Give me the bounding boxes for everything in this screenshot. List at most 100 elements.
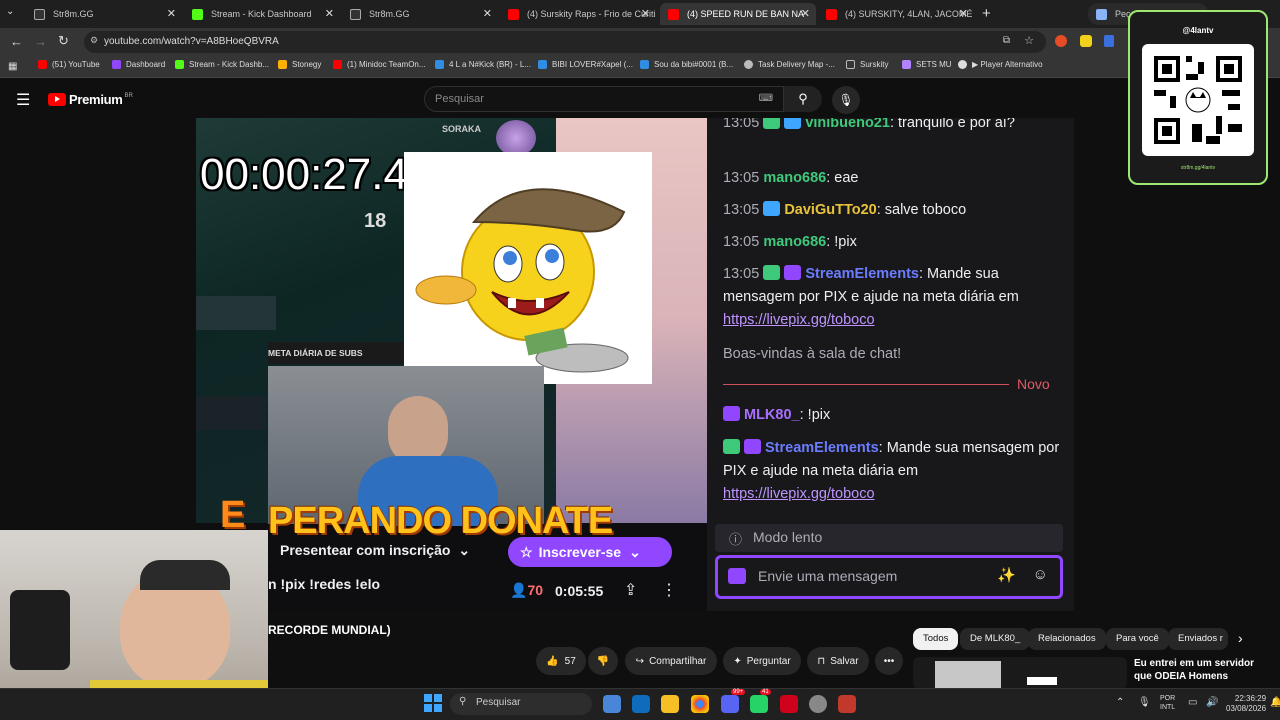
reload-icon[interactable]: ↻ [58, 33, 69, 49]
clock[interactable]: 22:36:29 03/08/2026 [1226, 694, 1266, 714]
chevron-right-icon[interactable]: › [1238, 630, 1243, 646]
like-button[interactable]: 👍 57 [536, 647, 586, 675]
app-icon[interactable] [780, 695, 798, 713]
bookmark-sets-mu[interactable]: SETS MU [902, 60, 952, 69]
ask-button[interactable]: ✦ Perguntar [723, 647, 801, 675]
chat-input[interactable]: Envie uma mensagem ✨ ☺ [715, 555, 1063, 599]
save-button[interactable]: ⊓ Salvar [807, 647, 869, 675]
discord-icon[interactable]: 99+ [721, 689, 746, 713]
close-tab-icon[interactable]: ✕ [801, 7, 810, 20]
address-bar[interactable]: ⚙ youtube.com/watch?v=A8BHoeQBVRA ⧉ ☆ [84, 31, 1046, 53]
tab-str8m-2[interactable]: Str8m.GG ✕ [342, 3, 498, 25]
chevron-down-icon: ⌄ [458, 542, 471, 558]
qr-handle: @4lantv [1182, 26, 1214, 35]
back-icon[interactable]: ← [10, 34, 23, 49]
bookmark-dashboard[interactable]: Dashboard [112, 60, 165, 69]
volume-icon[interactable]: 🔊 [1206, 697, 1218, 708]
new-messages-label: Novo [1017, 376, 1050, 392]
more-actions-button[interactable]: ••• [875, 647, 903, 675]
youtube-icon [668, 8, 679, 20]
viewer-count: 👤70 [510, 582, 544, 598]
task-view-icon[interactable] [603, 695, 621, 713]
forward-icon[interactable]: → [34, 34, 47, 49]
app-icon[interactable] [838, 695, 856, 713]
chip-todos[interactable]: Todos [913, 628, 959, 650]
extension-icon[interactable] [1080, 35, 1092, 47]
tray-chevron-icon[interactable]: ⌃ [1116, 697, 1124, 708]
extension-icon[interactable] [1055, 35, 1067, 47]
bookmark-stonegy[interactable]: Stonegy [278, 60, 321, 69]
kick-badge-icon [723, 406, 740, 421]
bookmark-sou-da-bibi[interactable]: Sou da bibi#0001 (B... [640, 60, 733, 69]
new-tab-button[interactable]: + [982, 5, 991, 22]
share-button[interactable]: ↪ Compartilhar [625, 647, 717, 675]
thumbs-up-icon: 👍 [546, 655, 559, 667]
bookmark-youtube[interactable]: (51) YouTube [38, 60, 100, 69]
video-title: RECORDE MUNDIAL) [268, 623, 391, 637]
mic-icon[interactable]: 🎙 [1138, 697, 1151, 708]
bookmark-star-icon[interactable]: ☆ [1024, 34, 1034, 47]
recommended-thumbnail[interactable] [913, 657, 1127, 689]
search-button[interactable]: ⚲ [784, 86, 822, 112]
stream-commands: n !pix !redes !elo [268, 576, 381, 592]
notification-bell-icon[interactable]: 🔔 [1270, 697, 1280, 708]
qr-code [1142, 44, 1254, 156]
recommended-title[interactable]: Eu entrei em um servidor que ODEIA Homen… [1134, 657, 1274, 683]
bookmark-kick-dashboard[interactable]: Stream - Kick Dashb... [175, 60, 269, 69]
bookmark-bibi-lover[interactable]: BIBI LOVER#Xapel (... [538, 60, 633, 69]
league-icon [640, 60, 649, 69]
emote-icon[interactable]: ✨ [997, 566, 1016, 584]
outlook-icon[interactable] [632, 695, 650, 713]
gift-sub-button[interactable]: Presentear com inscrição ⌄ [280, 542, 470, 559]
chrome-icon[interactable] [691, 695, 709, 713]
tab-speed-run-active[interactable]: (4) SPEED RUN DE BAN NA ✕ [660, 3, 816, 25]
chip-de-mlk80[interactable]: De MLK80_ [960, 628, 1031, 650]
close-tab-icon[interactable]: ✕ [325, 7, 334, 20]
windows-start-icon[interactable] [424, 694, 442, 712]
thumbnail-blur [935, 661, 1001, 689]
dislike-button[interactable]: 👎 [588, 647, 618, 675]
bookmark-player-alternativo[interactable]: ▶ Player Alternativo [958, 60, 1043, 69]
tab-surskity-raps[interactable]: (4) Surskity Raps - Frio de Curiti ✕ [500, 3, 656, 25]
tab-kick-dashboard[interactable]: Stream - Kick Dashboard ✕ [184, 3, 340, 25]
chat-message: 13:05 DaviGuTTo20: salve toboco [723, 201, 967, 218]
share-icon[interactable]: ⇪ [624, 580, 637, 600]
chip-relacionados[interactable]: Relacionados [1028, 628, 1106, 650]
search-input[interactable]: Pesquisar ⌨ [424, 86, 784, 112]
apps-grid-icon[interactable]: ▦ [8, 61, 17, 72]
chip-para-voce[interactable]: Para você [1106, 628, 1169, 650]
file-explorer-icon[interactable] [661, 695, 679, 713]
verified-badge-icon [763, 118, 781, 129]
close-tab-icon[interactable]: ✕ [483, 7, 492, 20]
bookmark-surskity[interactable]: Surskity [846, 60, 888, 69]
close-tab-icon[interactable]: ✕ [959, 7, 968, 20]
tab-surskity-4lan[interactable]: (4) SURSKITY, 4LAN, JACOMÉ E ✕ [818, 3, 974, 25]
network-icon[interactable]: ▭ [1188, 697, 1197, 708]
more-vertical-icon[interactable]: ⋮ [661, 580, 677, 600]
close-tab-icon[interactable]: ✕ [167, 7, 176, 20]
keyboard-icon[interactable]: ⌨ [759, 93, 773, 104]
tab-search-chevron-icon[interactable]: ⌄ [6, 6, 22, 22]
whatsapp-icon[interactable]: 41 [750, 689, 771, 713]
tab-str8m-1[interactable]: Str8m.GG ✕ [26, 3, 182, 25]
globe-icon [958, 60, 967, 69]
bookmark-minidoc[interactable]: (1) Minidoc TeamOn... [333, 60, 426, 69]
site-info-icon[interactable]: ⚙ [90, 35, 98, 46]
youtube-premium-logo[interactable]: Premium BR [48, 92, 133, 107]
emoji-icon[interactable]: ☺ [1033, 566, 1048, 583]
voice-search-button[interactable]: 🎙 [832, 86, 860, 114]
extension-icon[interactable] [1104, 35, 1114, 47]
stream-uptime: 0:05:55 [555, 583, 604, 599]
menu-hamburger-icon[interactable]: ☰ [16, 90, 30, 110]
bookmark-task-delivery[interactable]: Task Delivery Map -... [744, 60, 835, 69]
livepix-link[interactable]: https://livepix.gg/toboco [723, 312, 875, 328]
chip-enviados[interactable]: Enviados r [1168, 628, 1228, 650]
close-tab-icon[interactable]: ✕ [641, 7, 650, 20]
bookmark-4lan-kick[interactable]: 4 L a N#Kick (BR) - L... [435, 60, 531, 69]
tab-favicon [34, 8, 45, 20]
livepix-link[interactable]: https://livepix.gg/toboco [723, 486, 875, 502]
install-app-icon[interactable]: ⧉ [1003, 35, 1010, 46]
obs-icon[interactable] [809, 695, 827, 713]
language-indicator[interactable]: POR INTL [1160, 694, 1175, 712]
taskbar-search[interactable]: ⚲ Pesquisar [450, 693, 592, 715]
